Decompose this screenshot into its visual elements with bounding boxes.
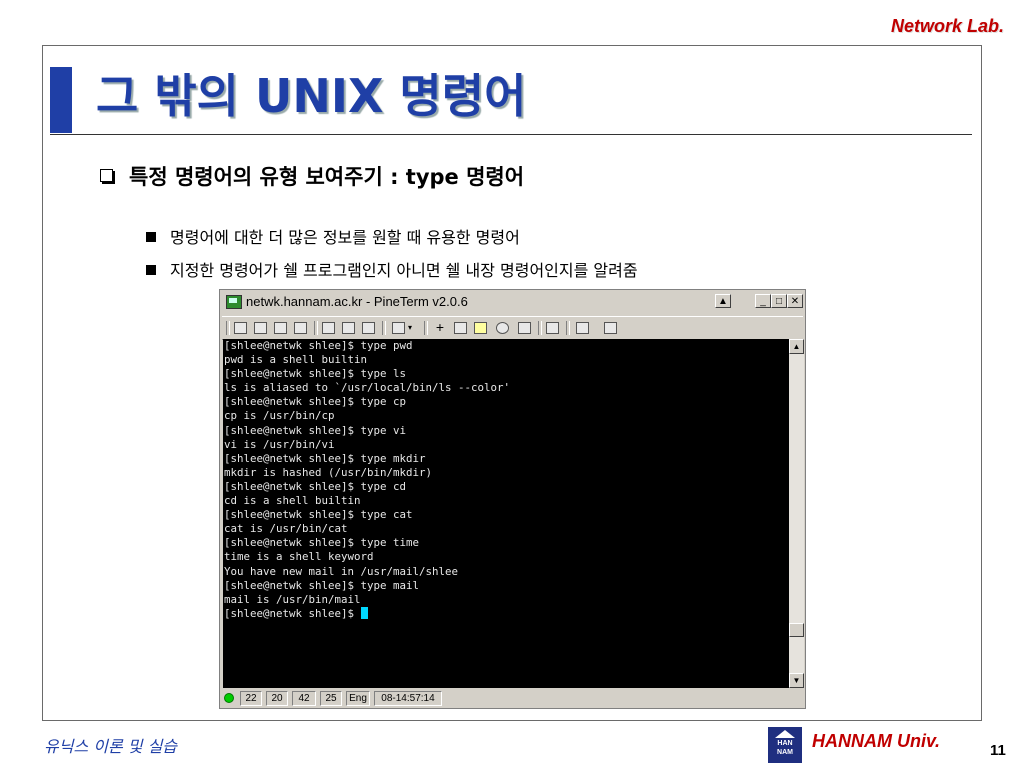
header-lab-label: Network Lab. [890, 16, 1004, 36]
window-title-bar[interactable]: netwk.hannam.ac.kr - PineTerm v2.0.6 ▲ _… [222, 292, 803, 312]
scroll-thumb[interactable] [789, 623, 804, 637]
connection-status-icon [224, 693, 234, 703]
scroll-down-icon[interactable]: ▼ [789, 673, 804, 688]
minimize-icon[interactable]: _ [755, 294, 771, 308]
sub-bullet-1: 명령어에 대한 더 많은 정보를 원할 때 유용한 명령어 [146, 224, 520, 248]
status-field: 42 [292, 691, 316, 706]
terminal-output: [shlee@netwk shlee]$ type pwd pwd is a s… [224, 339, 511, 620]
window-title: netwk.hannam.ac.kr - PineTerm v2.0.6 [246, 294, 468, 309]
wrench-icon[interactable] [516, 320, 532, 335]
copy-icon[interactable] [252, 320, 268, 335]
terminal-screen[interactable]: [shlee@netwk shlee]$ type pwd pwd is a s… [223, 339, 789, 688]
title-accent-bar [50, 67, 72, 133]
square-bullet-icon [146, 232, 156, 242]
status-bar: 22 20 42 25 Eng 08-14:57:14 [222, 690, 803, 707]
save-icon[interactable] [272, 320, 288, 335]
sub-bullet-text: 지정한 명령어가 쉘 프로그램인지 아니면 쉘 내장 명령어인지를 알려줌 [170, 261, 638, 280]
printer-icon[interactable] [574, 320, 590, 335]
main-bullet: 특정 명령어의 유형 보여주기 : type 명령어 [100, 161, 524, 191]
run-icon[interactable] [544, 320, 560, 335]
terminal-prompt: [shlee@netwk shlee]$ [224, 606, 361, 620]
main-bullet-text: 특정 명령어의 유형 보여주기 : type 명령어 [129, 165, 525, 189]
list-icon[interactable] [390, 320, 406, 335]
footer-course: 유닉스 이론 및 실습 [44, 737, 178, 756]
disconnect-icon[interactable] [292, 320, 308, 335]
tools-icon[interactable] [602, 320, 618, 335]
connect-icon[interactable] [232, 320, 248, 335]
footer-university: HANNAM Univ. [812, 731, 941, 751]
dropdown-icon[interactable]: ▾ [408, 320, 424, 335]
cut-icon[interactable] [320, 320, 336, 335]
terminal-window: netwk.hannam.ac.kr - PineTerm v2.0.6 ▲ _… [219, 289, 806, 709]
scroll-up-icon[interactable]: ▲ [789, 339, 804, 354]
terminal-cursor [360, 606, 368, 619]
status-field: 25 [320, 691, 342, 706]
logo-text: HAN [777, 740, 793, 747]
sub-bullet-text: 명령어에 대한 더 많은 정보를 원할 때 유용한 명령어 [170, 228, 520, 247]
cross-icon[interactable]: + [432, 320, 448, 335]
title-rule [50, 134, 972, 135]
find-icon[interactable] [494, 320, 510, 335]
square-bullet-icon [146, 265, 156, 275]
terminal-icon [226, 295, 242, 309]
status-time: 08-14:57:14 [374, 691, 442, 706]
dropdown-icon[interactable]: ▲ [715, 294, 731, 308]
monitor-icon[interactable] [472, 320, 488, 335]
paste-icon[interactable] [340, 320, 356, 335]
close-icon[interactable]: ✕ [787, 294, 803, 308]
checkbox-bullet-icon [100, 169, 113, 182]
print-icon[interactable] [360, 320, 376, 335]
vertical-scrollbar[interactable]: ▲ ▼ [789, 339, 804, 688]
slide-title: 그 밖의 UNIX 명령어 [96, 69, 527, 123]
page-number: 11 [990, 742, 1006, 759]
toolbar: ▾ + [222, 316, 803, 340]
sub-bullet-2: 지정한 명령어가 쉘 프로그램인지 아니면 쉘 내장 명령어인지를 알려줌 [146, 257, 638, 281]
status-field: 20 [266, 691, 288, 706]
status-lang: Eng [346, 691, 370, 706]
status-field: 22 [240, 691, 262, 706]
university-logo: HAN NAM [768, 727, 802, 763]
maximize-icon[interactable]: □ [771, 294, 787, 308]
settings-icon[interactable] [452, 320, 468, 335]
logo-text: NAM [777, 749, 793, 756]
